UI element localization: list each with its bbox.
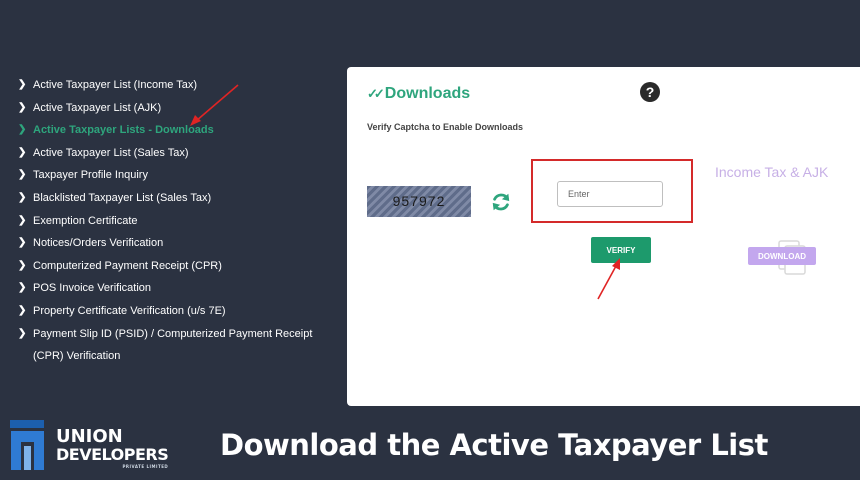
sidebar-item-label: Notices/Orders Verification xyxy=(33,237,164,250)
verify-captcha-caption: Verify Captcha to Enable Downloads xyxy=(367,122,524,132)
chevron-right-icon: ❯ xyxy=(18,169,27,181)
sidebar-item-computerized-payment-receipt[interactable]: ❯ Computerized Payment Receipt (CPR) xyxy=(18,255,338,278)
chevron-right-icon: ❯ xyxy=(18,304,27,316)
chevron-right-icon: ❯ xyxy=(18,237,27,249)
sidebar-item-active-taxpayer-list-ajk[interactable]: ❯ Active Taxpayer List (AJK) xyxy=(18,97,338,120)
chevron-right-icon: ❯ xyxy=(18,327,27,339)
sidebar-item-active-taxpayer-list-sales-tax[interactable]: ❯ Active Taxpayer List (Sales Tax) xyxy=(18,142,338,165)
chevron-right-icon: ❯ xyxy=(18,79,27,90)
sidebar-item-pos-invoice-verification[interactable]: ❯ POS Invoice Verification xyxy=(18,277,338,300)
sidebar-item-payment-slip-id[interactable]: ❯ Payment Slip ID (PSID) / Computerized … xyxy=(18,323,338,346)
union-developers-logo: UNION DEVELOPERS PRIVATE LIMITED xyxy=(8,418,169,476)
logo-mark-icon xyxy=(10,420,44,470)
panel-title-text: Downloads xyxy=(384,85,471,102)
logo-line-union: UNION xyxy=(56,426,123,447)
sidebar-item-property-certificate-verification[interactable]: ❯ Property Certificate Verification (u/s… xyxy=(18,300,338,323)
question-circle-icon[interactable]: ? xyxy=(640,82,660,102)
download-group-label: Income Tax & AJK xyxy=(715,164,829,180)
sidebar-item-label: Property Certificate Verification (u/s 7… xyxy=(33,304,226,317)
sidebar-item-notices-orders-verification[interactable]: ❯ Notices/Orders Verification xyxy=(18,232,338,255)
captcha-input[interactable] xyxy=(557,181,663,207)
sidebar-menu: ❯ Active Taxpayer List (Income Tax) ❯ Ac… xyxy=(18,74,338,368)
sidebar-item-label: Active Taxpayer Lists - Downloads xyxy=(33,124,214,137)
chevron-right-icon: ❯ xyxy=(18,214,27,226)
sidebar-item-label: Payment Slip ID (PSID) / Computerized Pa… xyxy=(33,327,313,340)
verify-button[interactable]: VERIFY xyxy=(591,237,651,263)
check-icon: ✓✓ xyxy=(367,86,385,101)
chevron-right-icon: ❯ xyxy=(18,259,27,271)
sidebar-item-label: Taxpayer Profile Inquiry xyxy=(33,169,148,182)
sidebar-item-label: Active Taxpayer List (Income Tax) xyxy=(33,79,198,91)
sidebar-item-blacklisted-taxpayer-list[interactable]: ❯ Blacklisted Taxpayer List (Sales Tax) xyxy=(18,187,338,210)
sidebar-item-active-taxpayer-list-income-tax[interactable]: ❯ Active Taxpayer List (Income Tax) xyxy=(18,74,338,97)
logo-line-developers: DEVELOPERS xyxy=(56,445,169,464)
chevron-right-icon: ❯ xyxy=(18,282,27,294)
downloads-panel: ✓✓ Downloads ? Verify Captcha to Enable … xyxy=(347,67,860,406)
video-caption: Download the Active Taxpayer List xyxy=(220,428,768,462)
sidebar-item-label: Active Taxpayer List (Sales Tax) xyxy=(33,146,189,159)
chevron-right-icon: ❯ xyxy=(18,146,27,158)
refresh-icon[interactable] xyxy=(490,191,512,213)
sidebar-item-active-taxpayer-lists-downloads[interactable]: ❯ Active Taxpayer Lists - Downloads xyxy=(18,119,338,142)
sidebar-item-taxpayer-profile-inquiry[interactable]: ❯ Taxpayer Profile Inquiry xyxy=(18,164,338,187)
download-button[interactable]: DOWNLOAD xyxy=(748,247,816,265)
chevron-right-icon: ❯ xyxy=(18,124,27,136)
sidebar-item-label: Exemption Certificate xyxy=(33,214,138,227)
logo-text: UNION DEVELOPERS PRIVATE LIMITED xyxy=(56,426,169,470)
sidebar-item-label-continuation[interactable]: (CPR) Verification xyxy=(18,345,338,368)
sidebar-item-label: Active Taxpayer List (AJK) xyxy=(33,101,162,114)
logo-subtitle: PRIVATE LIMITED xyxy=(122,464,169,469)
chevron-right-icon: ❯ xyxy=(18,101,27,113)
panel-title: ✓✓ Downloads xyxy=(367,85,470,103)
sidebar-item-label: Computerized Payment Receipt (CPR) xyxy=(33,259,222,272)
captcha-image: 957972 xyxy=(367,186,471,217)
sidebar-item-label: Blacklisted Taxpayer List (Sales Tax) xyxy=(33,191,212,204)
chevron-right-icon: ❯ xyxy=(18,191,27,203)
sidebar-item-exemption-certificate[interactable]: ❯ Exemption Certificate xyxy=(18,210,338,233)
sidebar-item-label: POS Invoice Verification xyxy=(33,282,152,295)
